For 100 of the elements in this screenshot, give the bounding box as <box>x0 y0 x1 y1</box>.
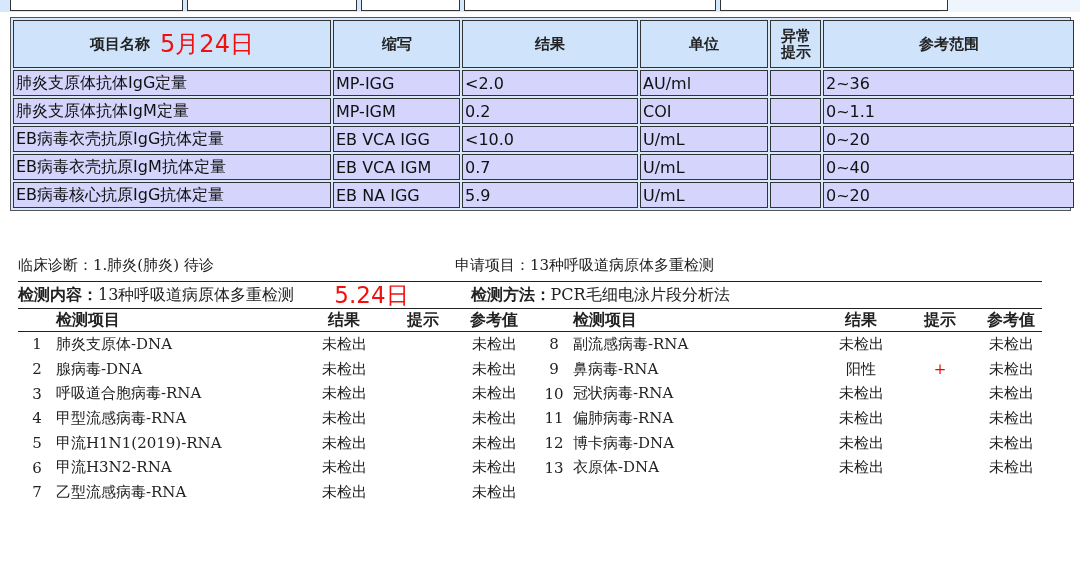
table-cell <box>770 70 821 96</box>
table-cell: 5.9 <box>462 182 638 208</box>
table-cell: EB病毒核心抗原IgG抗体定量 <box>13 182 331 208</box>
column-header: 参考范围 <box>823 20 1074 68</box>
reference-value: 未检出 <box>987 384 1035 404</box>
table-cell <box>770 182 821 208</box>
table-cell: EB病毒衣壳抗原IgM抗体定量 <box>13 154 331 180</box>
row-number: 1 <box>31 335 43 354</box>
reference-value: 未检出 <box>987 334 1035 354</box>
column-header: 提示 <box>922 309 957 331</box>
table-cell: U/mL <box>640 182 768 208</box>
result-value: 未检出 <box>320 433 368 453</box>
test-item: 甲流H3N2-RNA <box>56 458 173 478</box>
row-number: 7 <box>31 483 43 502</box>
reference-value: 未检出 <box>470 384 518 404</box>
table-cell: U/mL <box>640 154 768 180</box>
test-content: 13种呼吸道病原体多重检测 <box>98 285 295 306</box>
result-value: 未检出 <box>837 334 885 354</box>
table-cell: 肺炎支原体抗体IgM定量 <box>13 98 331 124</box>
table-cell: 2~36 <box>823 70 1074 96</box>
reference-value: 未检出 <box>987 359 1035 379</box>
table-cell: 0.7 <box>462 154 638 180</box>
column-header: 单位 <box>640 20 768 68</box>
input-field[interactable] <box>720 0 948 11</box>
table-cell: U/mL <box>640 126 768 152</box>
table-cell <box>770 126 821 152</box>
result-value: 未检出 <box>320 458 368 478</box>
column-header: 检测项目 <box>573 309 638 331</box>
row-number: 8 <box>548 335 560 354</box>
result-value: 阳性 <box>845 359 877 379</box>
reference-value: 未检出 <box>470 433 518 453</box>
test-item: 甲型流感病毒-RNA <box>56 408 188 428</box>
row-number: 4 <box>31 409 43 428</box>
date-note: 5.24日 <box>334 284 409 307</box>
reference-value: 未检出 <box>470 458 518 478</box>
row-number: 10 <box>543 384 565 403</box>
table-cell: MP-IGM <box>333 98 460 124</box>
table-cell <box>770 154 821 180</box>
column-header: 结果 <box>844 309 878 331</box>
test-item: 呼吸道合胞病毒-RNA <box>56 384 203 404</box>
table-cell: <10.0 <box>462 126 638 152</box>
table-cell: 0~40 <box>823 154 1074 180</box>
input-field[interactable] <box>464 0 716 11</box>
reference-value: 未检出 <box>470 408 518 428</box>
row-number: 6 <box>31 458 43 477</box>
test-method: PCR毛细电泳片段分析法 <box>550 285 730 306</box>
table-cell: 0~1.1 <box>823 98 1074 124</box>
clinical-diagnosis: 临床诊断：1.肺炎(肺炎) 待诊 <box>18 256 215 275</box>
row-number: 11 <box>543 409 565 428</box>
column-header: 缩写 <box>333 20 460 68</box>
table-cell: 0~20 <box>823 182 1074 208</box>
reference-value: 未检出 <box>987 433 1035 453</box>
input-field[interactable] <box>10 0 183 11</box>
test-item: 鼻病毒-RNA <box>573 359 660 379</box>
column-header: 结果 <box>327 309 361 331</box>
input-field[interactable] <box>187 0 357 11</box>
test-item: 衣原体-DNA <box>573 458 661 478</box>
method-label: 检测方法： <box>470 285 551 306</box>
requested-test: 申请项目：13种呼吸道病原体多重检测 <box>455 256 716 275</box>
column-header: 参考值 <box>986 309 1036 331</box>
result-value: 未检出 <box>837 458 885 478</box>
test-item: 腺病毒-DNA <box>56 359 144 379</box>
column-header: 异常提示 <box>770 20 821 68</box>
table-cell: EB VCA IGM <box>333 154 460 180</box>
table-cell: <2.0 <box>462 70 638 96</box>
table-cell: 0.2 <box>462 98 638 124</box>
row-number: 12 <box>543 434 565 453</box>
result-value: 未检出 <box>837 433 885 453</box>
input-field[interactable] <box>361 0 460 11</box>
test-item: 甲流H1N1(2019)-RNA <box>56 433 223 453</box>
table-cell: 0~20 <box>823 126 1074 152</box>
column-header: 结果 <box>462 20 638 68</box>
table-cell: COI <box>640 98 768 124</box>
table-cell: EB VCA IGG <box>333 126 460 152</box>
result-value: 未检出 <box>320 408 368 428</box>
reference-value: 未检出 <box>470 359 518 379</box>
test-item: 冠状病毒-RNA <box>573 384 675 404</box>
test-item: 乙型流感病毒-RNA <box>56 482 188 502</box>
table-cell <box>770 98 821 124</box>
table-cell: EB病毒衣壳抗原IgG抗体定量 <box>13 126 331 152</box>
reference-value: 未检出 <box>470 482 518 502</box>
row-number: 9 <box>548 360 560 379</box>
table-cell: MP-IGG <box>333 70 460 96</box>
reference-value: 未检出 <box>987 458 1035 478</box>
table-cell: 肺炎支原体抗体IgG定量 <box>13 70 331 96</box>
test-item: 肺炎支原体-DNA <box>56 334 174 354</box>
table-cell: AU/ml <box>640 70 768 96</box>
row-number: 13 <box>543 458 565 477</box>
table-cell: EB NA IGG <box>333 182 460 208</box>
result-value: 未检出 <box>320 359 368 379</box>
test-item: 偏肺病毒-RNA <box>573 408 675 428</box>
column-header: 提示 <box>405 309 440 331</box>
content-label: 检测内容： <box>18 285 98 306</box>
test-item: 副流感病毒-RNA <box>573 334 690 354</box>
reference-value: 未检出 <box>470 334 518 354</box>
result-value: 未检出 <box>837 408 885 428</box>
result-value: 未检出 <box>320 334 368 354</box>
result-value: 未检出 <box>320 482 368 502</box>
column-header: 项目名称 5月24日 <box>13 20 331 68</box>
result-value: 未检出 <box>837 384 885 404</box>
